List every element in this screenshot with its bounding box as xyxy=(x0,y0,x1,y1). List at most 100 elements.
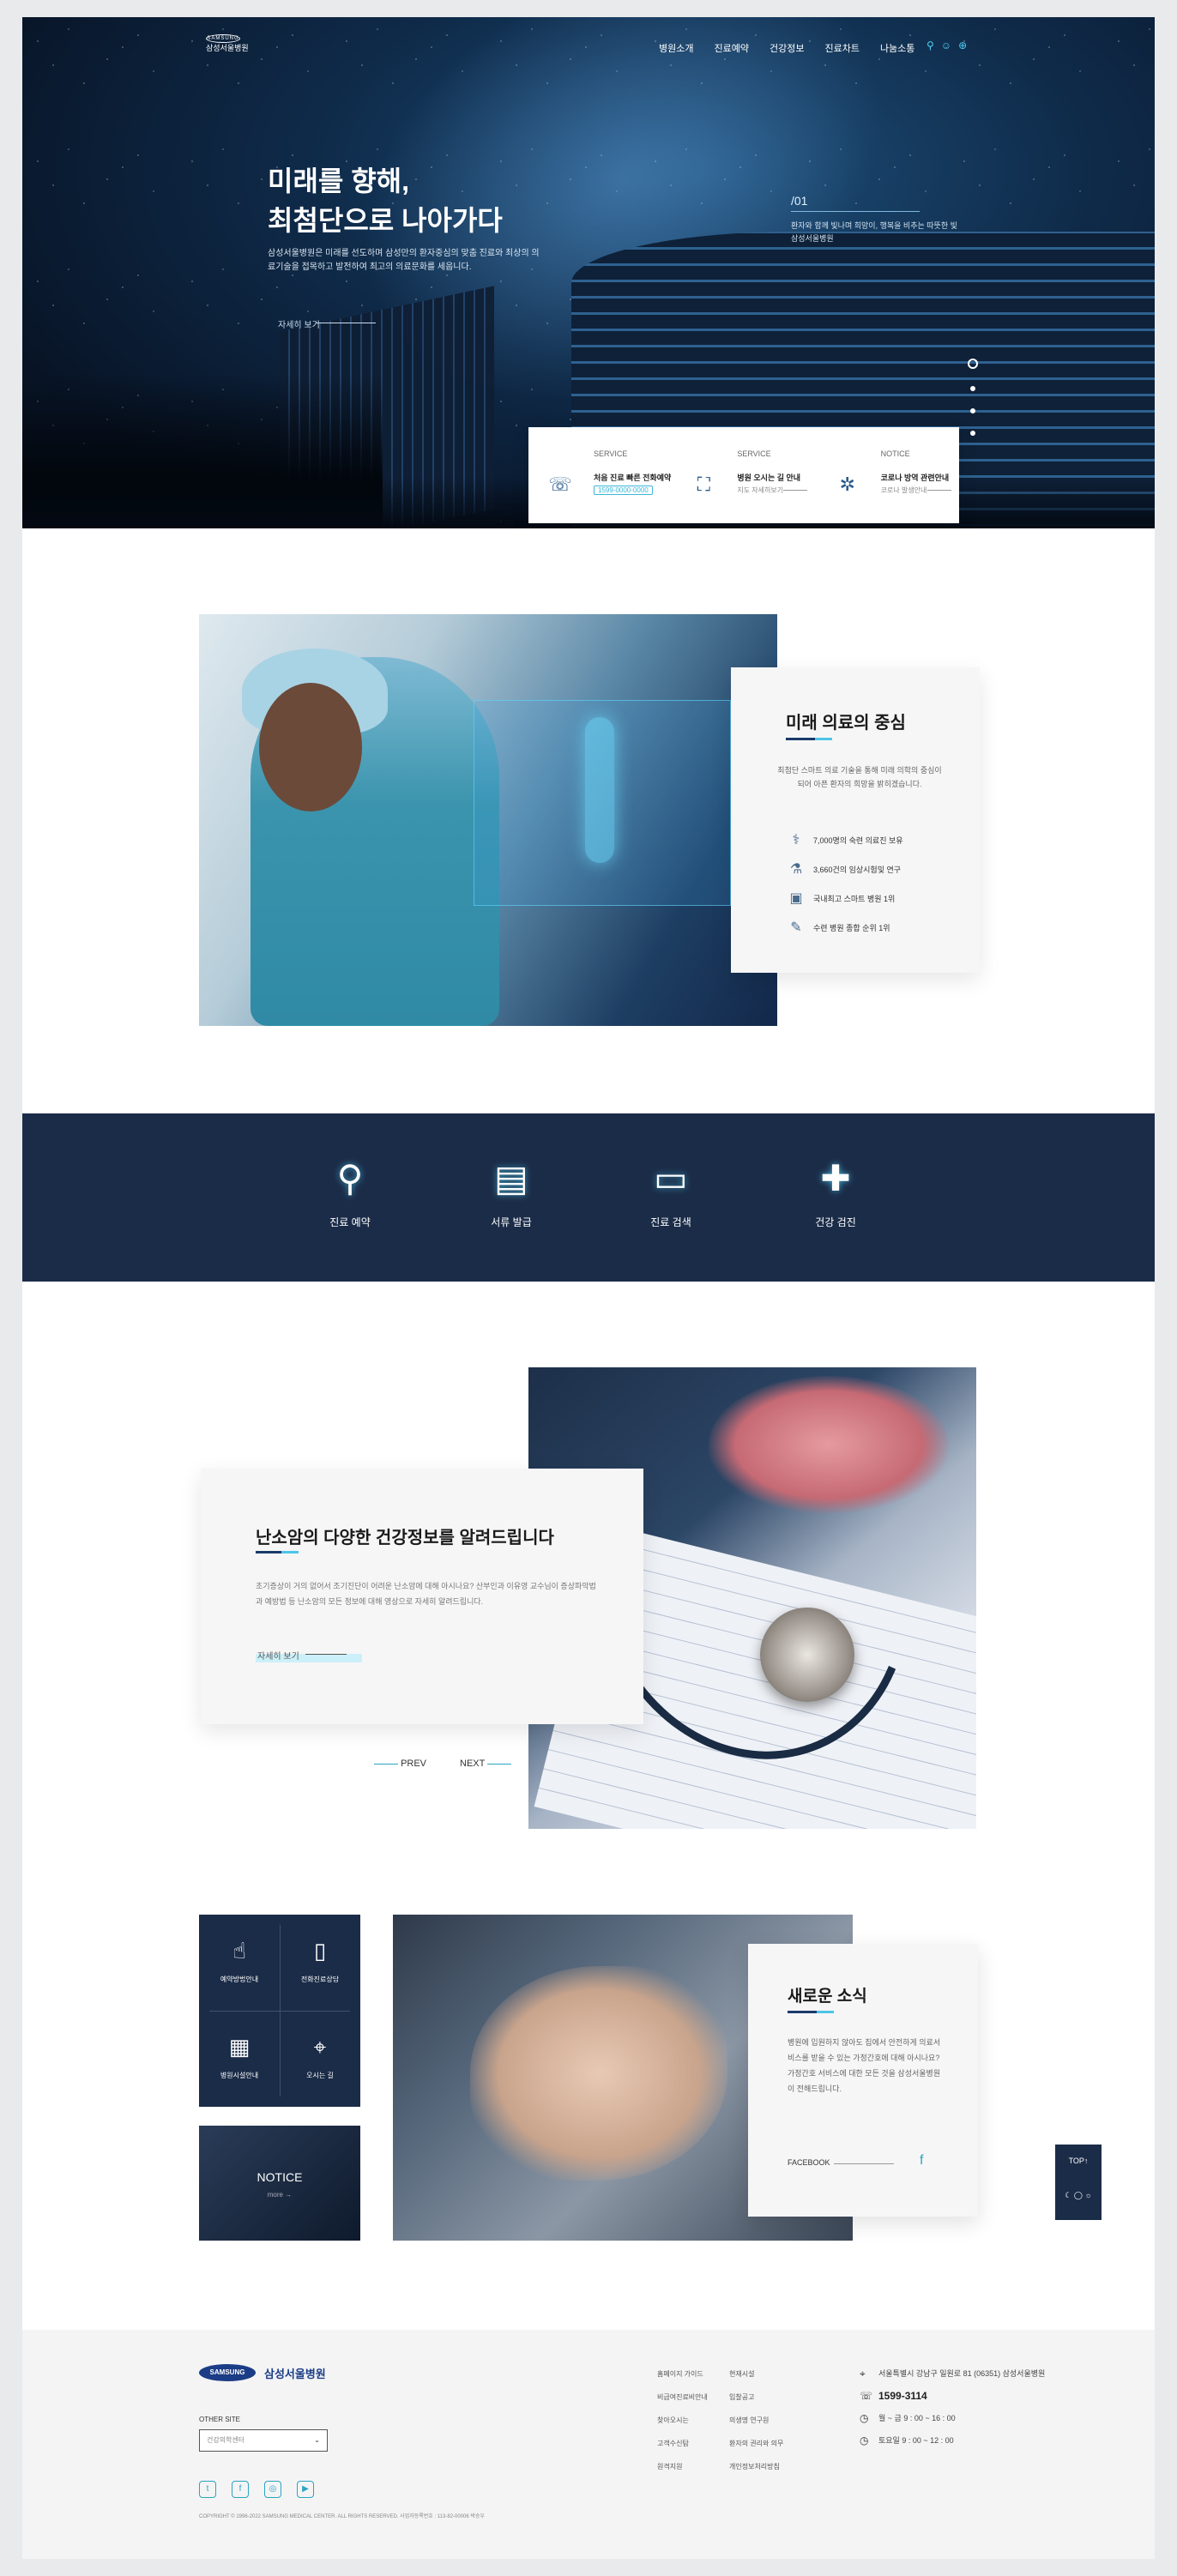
card-title: 난소암의 다양한 건강정보를 알려드립니다 xyxy=(256,1529,554,1547)
sns-links: t f ◎ ▶ xyxy=(199,2481,314,2498)
quick-item-phone[interactable]: SERVICE ☏ 처음 진료 빠른 전화예약 1599-0000-0000 xyxy=(528,427,672,523)
card-description: 최첨단 스마트 의료 기술을 통해 미래 의학의 중심이 되어 아픈 환자의 희… xyxy=(777,766,942,788)
quick-item-notice[interactable]: NOTICE ✲ 코로나 방역 관련안내 코로나 발생안내 xyxy=(816,427,959,523)
monitor-pulse-icon: ▭ xyxy=(654,1158,688,1198)
notice-title: NOTICE xyxy=(257,2170,303,2184)
facebook-link[interactable]: FACEBOOK xyxy=(788,2158,830,2167)
footer-link[interactable]: 비급여진료비안내 xyxy=(657,2392,729,2402)
doctor-icon: ⚕ xyxy=(792,833,800,848)
globe-icon[interactable]: ⊕ xyxy=(958,39,967,51)
info-more-link[interactable]: 자세히 보기 xyxy=(257,1649,299,1662)
other-site-select[interactable]: 건강의학센터 ⌄ xyxy=(199,2429,328,2452)
prev-button[interactable]: PREV xyxy=(374,1759,426,1769)
slide-dot[interactable] xyxy=(970,386,975,391)
arrow-left-icon xyxy=(374,1763,398,1765)
contact-info: ⌖ 서울특별시 강남구 일원로 81 (06351) 삼성서울병원 ☏ 1599-3… xyxy=(860,2368,1045,2457)
slide-dot[interactable] xyxy=(970,431,975,436)
footer-link[interactable]: 입찰공고 xyxy=(729,2392,801,2402)
stat-list: ⚕ 7,000명의 숙련 의료진 보유 ⚗ 3,660건의 임상시험및 연구 ▣ 국내… xyxy=(786,825,903,942)
footer-link[interactable]: 고객수신탐 xyxy=(657,2439,729,2448)
quick-menu-directions[interactable]: ⌖ 오시는 길 xyxy=(280,2011,360,2107)
service-documents[interactable]: ▤ 서류 발급 xyxy=(460,1153,563,1229)
quick-title: 코로나 방역 관련안내 xyxy=(880,474,950,482)
mobile-icon: ▯ xyxy=(313,1938,327,1964)
hours-row: ◷ 토요일 9 : 00 ~ 12 : 00 xyxy=(860,2434,1045,2446)
service-search[interactable]: ▭ 진료 검색 xyxy=(619,1153,722,1229)
phone-icon: ☏ xyxy=(860,2390,873,2402)
footer-logo[interactable]: SAMSUNG 삼성서울병원 xyxy=(199,2364,326,2381)
hours-row: ◷ 월 ~ 금 9 : 00 ~ 16 : 00 xyxy=(860,2412,1045,2424)
search-icon[interactable]: ⚲ xyxy=(927,39,934,51)
quick-menu-label: 병원시설안내 xyxy=(220,2072,259,2079)
slide-dot[interactable] xyxy=(970,408,975,413)
notice-box[interactable]: NOTICE more → xyxy=(199,2126,360,2241)
hours-weekday: 월 ~ 금 9 : 00 ~ 16 : 00 xyxy=(878,2414,956,2422)
service-label: 진료 예약 xyxy=(329,1216,371,1228)
footer-link[interactable]: 개인정보처리방침 xyxy=(729,2462,801,2471)
stat-item: ▣ 국내최고 스마트 병원 1위 xyxy=(786,884,903,913)
footer-link[interactable]: 찾아오시는 xyxy=(657,2416,729,2425)
phone-icon: ☏ xyxy=(548,474,572,495)
arrow-line xyxy=(783,490,808,491)
service-reservation[interactable]: ⚲ 진료 예약 xyxy=(299,1153,401,1229)
service-label: 진료 검색 xyxy=(650,1216,691,1228)
quick-menu-label: 오시는 길 xyxy=(306,2072,334,2079)
hero-more-link[interactable]: 자세히 보기 xyxy=(278,317,320,330)
nurse-hologram-image xyxy=(199,614,777,1026)
quick-menu-facility[interactable]: ▦ 병원시설안내 xyxy=(199,2011,280,2107)
map-icon: ⛶ xyxy=(697,474,711,495)
facebook-icon[interactable]: f xyxy=(232,2481,249,2498)
instagram-icon[interactable]: ◎ xyxy=(264,2481,281,2498)
slide-dot-active[interactable] xyxy=(968,359,978,369)
title-underline-accent xyxy=(817,2011,834,2013)
site-logo[interactable]: SAMSUNG 삼성서울병원 xyxy=(206,34,249,53)
select-value: 건강의학센터 xyxy=(207,2436,245,2444)
theme-toggle[interactable]: ☾ ◯ ☼ xyxy=(1055,2191,1102,2200)
slide-divider xyxy=(791,211,920,212)
hand-cross-icon: ✚ xyxy=(820,1158,851,1198)
stat-text: 7,000명의 숙련 의료진 보유 xyxy=(813,836,903,845)
nav-item-health-info[interactable]: 건강정보 xyxy=(770,41,804,55)
virus-icon: ✲ xyxy=(839,474,855,495)
youtube-icon[interactable]: ▶ xyxy=(297,2481,314,2498)
quick-menu-reservation-guide[interactable]: ☝ 예약방법안내 xyxy=(199,1915,280,2011)
service-checkup[interactable]: ✚ 건강 검진 xyxy=(784,1153,887,1229)
location-icon: ⌖ xyxy=(860,2368,866,2380)
prev-label: PREV xyxy=(401,1759,427,1769)
footer-link[interactable]: 홈페이지 가이드 xyxy=(657,2369,729,2379)
twitter-icon[interactable]: t xyxy=(199,2481,216,2498)
service-band: ⚲ 진료 예약 ▤ 서류 발급 ▭ 진료 검색 ✚ 건강 검진 xyxy=(22,1113,1155,1282)
service-label: 서류 발급 xyxy=(491,1216,532,1228)
nav-item-community[interactable]: 나눔소통 xyxy=(880,41,914,55)
quick-service-bar: SERVICE ☏ 처음 진료 빠른 전화예약 1599-0000-0000 S… xyxy=(528,427,959,523)
stat-text: 수련 병원 종합 순위 1위 xyxy=(813,923,890,932)
footer-link[interactable]: 현재시설 xyxy=(729,2369,801,2379)
page: SAMSUNG 삼성서울병원 병원소개 진료예약 건강정보 진료차트 나눔소통 … xyxy=(22,17,1155,2559)
nav-item-chart[interactable]: 진료차트 xyxy=(824,41,859,55)
hero-title: 미래를 향해, 최첨단으로 나아가다 xyxy=(268,166,503,236)
footer-link[interactable]: 환자의 권리와 의무 xyxy=(729,2439,801,2448)
nav-item-about[interactable]: 병원소개 xyxy=(659,41,693,55)
health-info-card: 난소암의 다양한 건강정보를 알려드립니다 초기증상이 거의 없어서 조기진단이… xyxy=(201,1469,643,1724)
footer-link[interactable]: 의생명 연구원 xyxy=(729,2416,801,2425)
quick-menu-label: 전화진료상담 xyxy=(300,1976,340,1983)
quick-menu-box: ☝ 예약방법안내 ▯ 전화진료상담 ▦ 병원시설안내 ⌖ 오시는 길 xyxy=(199,1915,360,2107)
quick-menu-phone-consult[interactable]: ▯ 전화진료상담 xyxy=(280,1915,360,2011)
main-nav: 병원소개 진료예약 건강정보 진료차트 나눔소통 xyxy=(659,41,914,55)
other-site-label: OTHER SITE xyxy=(199,2416,241,2423)
tel-row: ☏ 1599-3114 xyxy=(860,2390,1045,2402)
next-button[interactable]: NEXT xyxy=(460,1759,512,1769)
footer-logo-mark: SAMSUNG xyxy=(199,2364,256,2381)
logo-mark: SAMSUNG xyxy=(206,34,240,43)
facebook-icon[interactable]: f xyxy=(920,2153,923,2169)
quick-item-map[interactable]: SERVICE ⛶ 병원 오시는 길 안내 지도 자세히보기 xyxy=(672,427,815,523)
slide-number-value: 01 xyxy=(794,194,808,208)
top-button[interactable]: TOP↑ ☾ ◯ ☼ xyxy=(1055,2145,1102,2220)
user-icon[interactable]: ☺ xyxy=(941,39,951,51)
nav-item-reservation[interactable]: 진료예약 xyxy=(714,41,748,55)
slide-pagination xyxy=(968,359,978,436)
footer-link[interactable]: 원격지원 xyxy=(657,2462,729,2471)
card-title: 미래 의료의 중심 xyxy=(786,714,906,733)
notice-more-link[interactable]: more → xyxy=(199,2191,360,2199)
quick-sub: 지도 자세히보기 xyxy=(737,486,784,494)
